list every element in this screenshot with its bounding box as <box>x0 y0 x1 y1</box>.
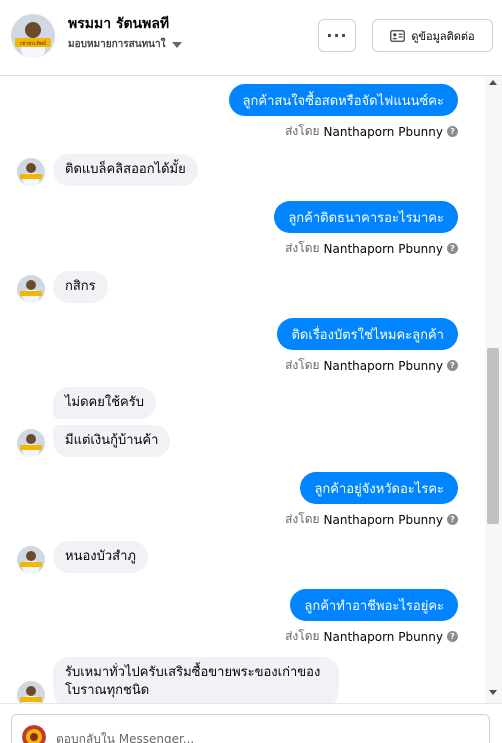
help-icon[interactable]: ? <box>447 514 458 525</box>
sender-name: Nanthaporn Pbunny <box>323 358 443 373</box>
sender-name: Nanthaporn Pbunny <box>323 124 443 139</box>
assign-label: มอบหมายการสนทนาใ <box>68 39 166 50</box>
sent-by-label: ส่งโดย Nanthaporn Pbunny ? <box>285 627 458 646</box>
avatar-badge-text: เช่าพระทิพย์ <box>20 40 46 47</box>
outgoing-message[interactable]: ลูกค้าทำอาชีพอะไรอยู่คะ <box>290 589 458 621</box>
contact-avatar-small[interactable] <box>17 275 45 303</box>
avatar-image <box>17 429 45 457</box>
scroll-up-arrow-icon[interactable] <box>489 80 497 85</box>
contact-card-icon <box>390 29 406 42</box>
sent-by-prefix: ส่งโดย <box>285 512 320 526</box>
incoming-message[interactable]: รับเหมาทั่วไปครับเสริมซื้อขายพระของเก่าข… <box>53 657 339 703</box>
chevron-down-icon <box>171 41 182 48</box>
contact-avatar-small[interactable] <box>17 429 45 457</box>
avatar-image <box>17 681 45 703</box>
sender-name: Nanthaporn Pbunny <box>323 629 443 644</box>
reply-composer: ตอบกลับใน Messenger... <box>0 703 502 743</box>
outgoing-message[interactable]: ติดเรื่องบัตรใช่ไหมคะลูกค้า <box>277 318 458 350</box>
reply-placeholder: ตอบกลับใน Messenger... <box>56 732 195 743</box>
page-logo-icon <box>22 725 46 743</box>
sent-by-prefix: ส่งโดย <box>285 358 320 372</box>
more-options-button[interactable]: ··· <box>318 19 356 52</box>
incoming-message[interactable]: หนองบัวสำภู <box>53 541 148 573</box>
contact-name: พรมมา รัตนพลที <box>68 16 170 32</box>
incoming-message[interactable]: ติดแบล็คลิสออกได้มั้ย <box>53 154 198 186</box>
sent-by-label: ส่งโดย Nanthaporn Pbunny ? <box>285 239 458 258</box>
outgoing-message[interactable]: ลูกค้าติดธนาคารอะไรมาคะ <box>274 201 458 233</box>
message-thread[interactable]: ลูกค้าสนใจซื้อสดหรือจัดไฟแนนซ์คะ ส่งโดย … <box>0 76 485 703</box>
sent-by-label: ส่งโดย Nanthaporn Pbunny ? <box>285 510 458 529</box>
sender-name: Nanthaporn Pbunny <box>323 512 443 527</box>
contact-avatar-image: เช่าพระทิพย์ <box>11 14 55 58</box>
contact-button-label: ดูข้อมูลติดต่อ <box>411 29 475 43</box>
sent-by-prefix: ส่งโดย <box>285 629 320 643</box>
sent-by-prefix: ส่งโดย <box>285 241 320 255</box>
incoming-message[interactable]: กสิกร <box>53 271 108 303</box>
sent-by-prefix: ส่งโดย <box>285 124 320 138</box>
contact-avatar-small[interactable] <box>17 681 45 703</box>
avatar-image <box>17 275 45 303</box>
help-icon[interactable]: ? <box>447 360 458 371</box>
chat-scrollbar[interactable] <box>485 76 502 703</box>
sent-by-label: ส่งโดย Nanthaporn Pbunny ? <box>285 122 458 141</box>
incoming-message[interactable]: มีแต่เงินกู้บ้านค้า <box>53 425 171 457</box>
help-icon[interactable]: ? <box>447 126 458 137</box>
scroll-down-arrow-icon[interactable] <box>489 690 497 695</box>
incoming-message[interactable]: ไม่ดคยใช้ครับ <box>53 387 156 419</box>
sent-by-label: ส่งโดย Nanthaporn Pbunny ? <box>285 356 458 375</box>
sender-name: Nanthaporn Pbunny <box>323 241 443 256</box>
outgoing-message[interactable]: ลูกค้าอยู่จังหวัดอะไรคะ <box>300 472 458 504</box>
ellipsis-icon: ··· <box>326 26 348 45</box>
outgoing-message[interactable]: ลูกค้าสนใจซื้อสดหรือจัดไฟแนนซ์คะ <box>228 84 458 116</box>
page-avatar <box>22 725 46 743</box>
contact-avatar-small[interactable] <box>17 158 45 186</box>
scrollbar-thumb[interactable] <box>487 348 499 524</box>
assign-conversation-dropdown[interactable]: มอบหมายการสนทนาใ <box>68 37 182 52</box>
contact-avatar[interactable]: เช่าพระทิพย์ <box>11 14 55 58</box>
help-icon[interactable]: ? <box>447 631 458 642</box>
avatar-image <box>17 546 45 574</box>
conversation-header: เช่าพระทิพย์ พรมมา รัตนพลที มอบหมายการสน… <box>0 0 502 76</box>
view-contact-info-button[interactable]: ดูข้อมูลติดต่อ <box>372 19 493 52</box>
avatar-image <box>17 158 45 186</box>
contact-avatar-small[interactable] <box>17 546 45 574</box>
help-icon[interactable]: ? <box>447 243 458 254</box>
